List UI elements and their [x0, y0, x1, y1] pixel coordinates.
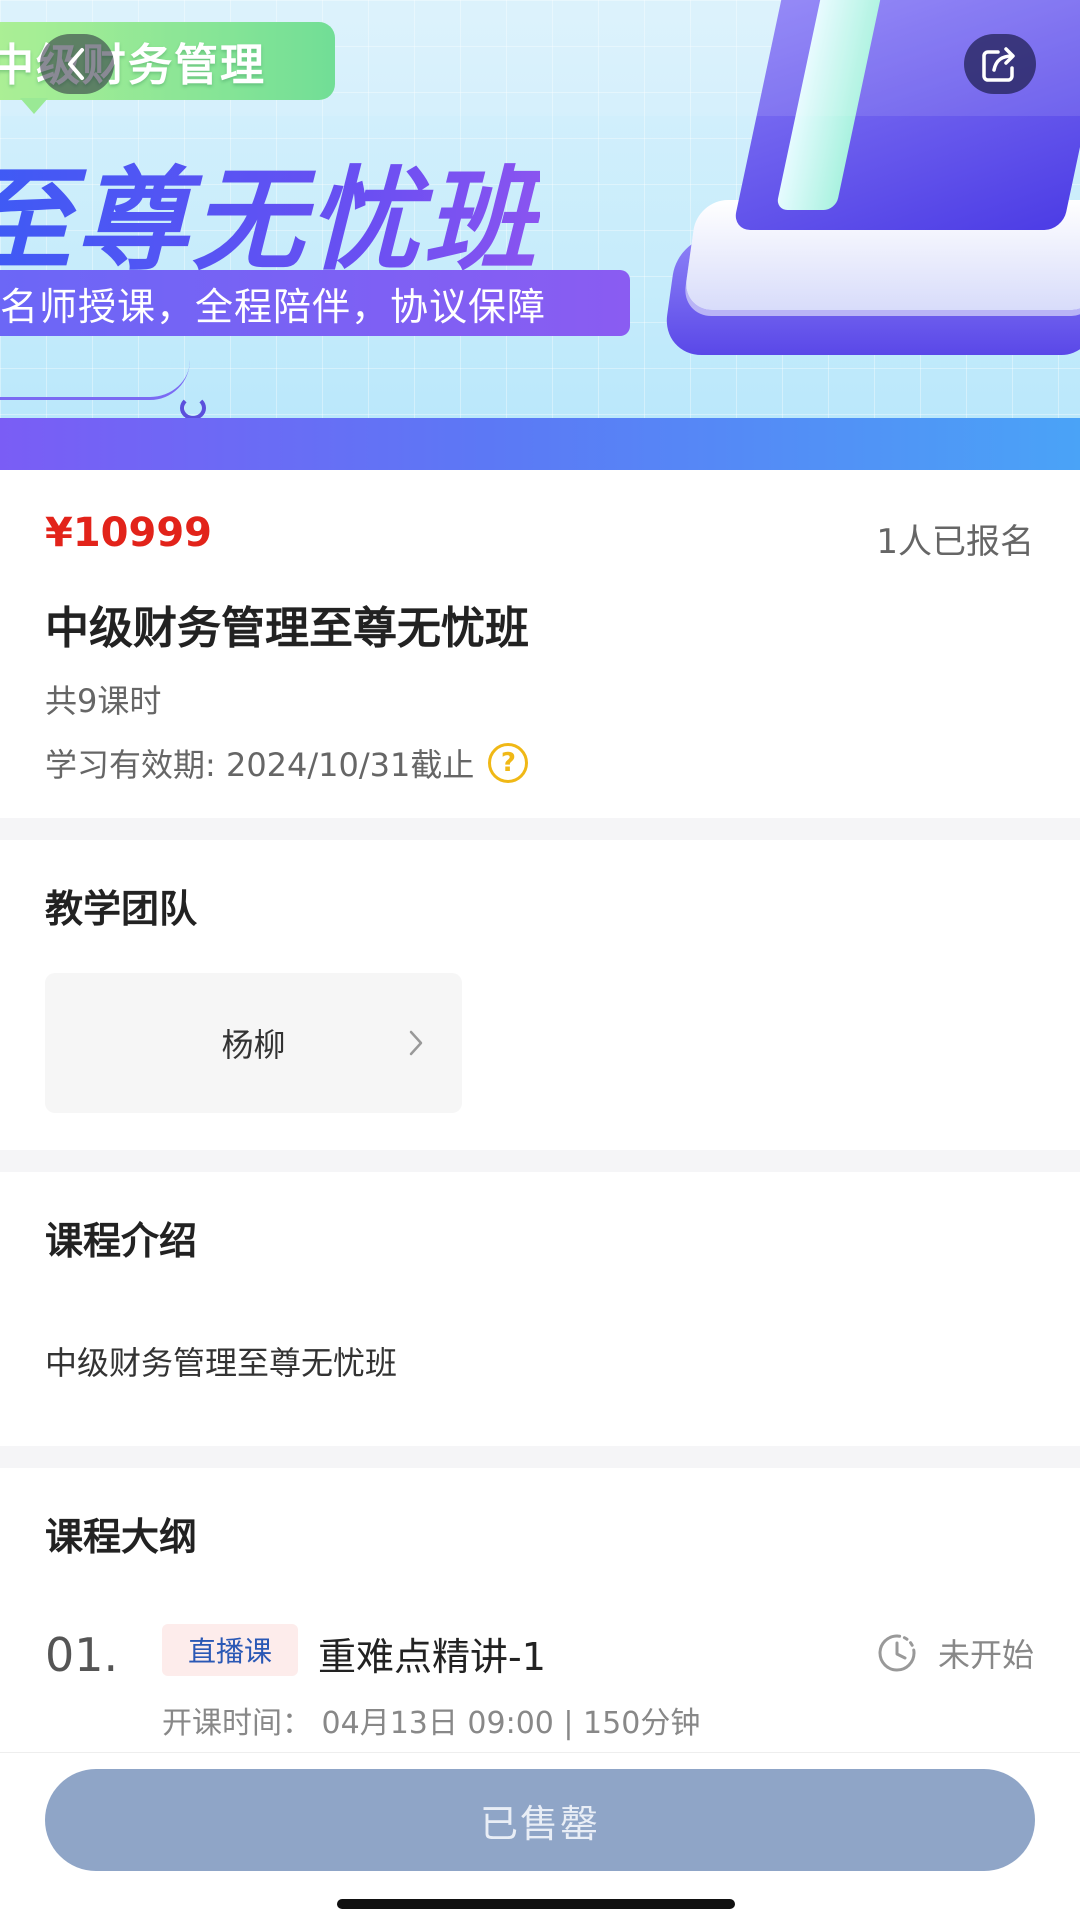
back-button[interactable]	[40, 34, 114, 94]
course-intro-text: 中级财务管理至尊无忧班	[45, 1344, 398, 1382]
live-class-badge: 直播课	[162, 1624, 298, 1676]
banner-decoration	[0, 340, 190, 400]
course-detail-page: 中级财务管理 至尊无忧班 名师授课，全程陪伴，协议保障 ¥10999 1人已报名…	[0, 0, 1080, 1920]
teacher-name: 杨柳	[221, 1026, 286, 1064]
banner-subline: 名师授课，全程陪伴，协议保障	[0, 270, 630, 336]
section-divider	[0, 1150, 1080, 1172]
top-nav-overlay	[0, 0, 1080, 116]
teaching-team-heading: 教学团队	[45, 887, 198, 931]
outline-item-index: 01.	[45, 1628, 119, 1682]
validity-row: 学习有效期: 2024/10/31截止 ?	[45, 740, 529, 786]
validity-text: 学习有效期: 2024/10/31截止	[45, 746, 475, 784]
course-intro-heading: 课程介绍	[45, 1219, 198, 1263]
outline-item[interactable]: 01. 直播课 重难点精讲-1 未开始 开课时间： 04月13日 09:00 |…	[0, 1620, 1080, 1741]
course-banner: 中级财务管理 至尊无忧班 名师授课，全程陪伴，协议保障	[0, 0, 1080, 470]
banner-bottom-strip	[0, 418, 1080, 470]
banner-curl-decoration	[180, 396, 206, 420]
teacher-card[interactable]: 杨柳	[45, 973, 462, 1113]
outline-item-meta: 开课时间： 04月13日 09:00 | 150分钟	[162, 1706, 701, 1741]
share-button[interactable]	[964, 34, 1036, 94]
banner-headline: 至尊无忧班	[0, 130, 540, 292]
clock-icon	[878, 1634, 916, 1672]
chevron-left-icon	[68, 48, 84, 80]
outline-item-status-text: 未开始	[937, 1636, 1034, 1674]
chevron-right-icon	[409, 1030, 423, 1056]
bottom-action-bar: 已售罄	[0, 1752, 1080, 1920]
outline-item-title: 重难点精讲-1	[318, 1635, 546, 1679]
question-circle-icon[interactable]: ?	[488, 743, 529, 783]
section-divider	[0, 1446, 1080, 1468]
course-price: ¥10999	[45, 510, 212, 556]
home-indicator[interactable]	[337, 1899, 735, 1909]
course-title: 中级财务管理至尊无忧班	[45, 603, 529, 654]
section-divider	[0, 818, 1080, 840]
enrolled-count: 1人已报名	[876, 522, 1034, 562]
share-icon	[982, 47, 1015, 82]
course-outline-heading: 课程大纲	[45, 1515, 198, 1559]
outline-item-status: 未开始	[876, 1630, 1034, 1676]
sold-out-button[interactable]: 已售罄	[45, 1769, 1035, 1871]
lesson-count: 共9课时	[45, 682, 162, 720]
